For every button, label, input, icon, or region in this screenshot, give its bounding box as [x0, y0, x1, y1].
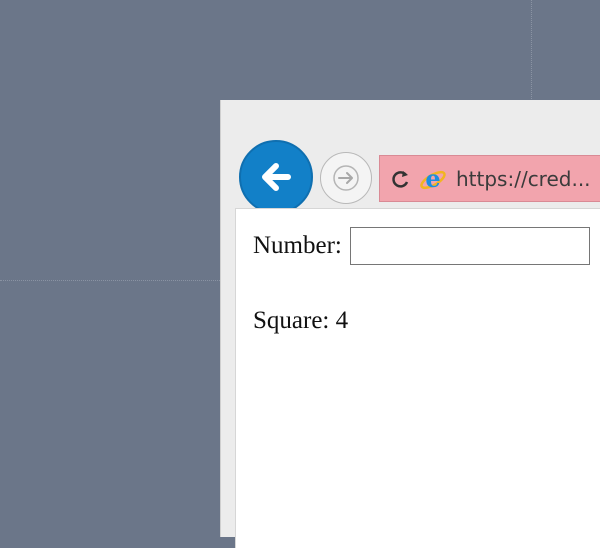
number-input[interactable]: [349, 227, 590, 265]
browser-window: e https://cred... Number: Square: 4: [220, 100, 600, 548]
number-label: Number:: [253, 232, 342, 259]
address-bar[interactable]: e https://cred...: [379, 155, 600, 202]
refresh-icon[interactable]: [390, 168, 412, 190]
back-arrow-icon: [262, 163, 291, 191]
url-text[interactable]: https://cred...: [456, 167, 591, 191]
back-button[interactable]: [239, 140, 313, 214]
square-result: Square: 4: [253, 307, 349, 334]
svg-text:e: e: [425, 164, 440, 193]
internet-explorer-icon: e: [418, 164, 448, 194]
forward-arrow-icon: [333, 165, 359, 191]
forward-button[interactable]: [320, 152, 372, 204]
number-row: Number:: [253, 227, 590, 265]
page-content: Number: Square: 4: [235, 208, 600, 548]
